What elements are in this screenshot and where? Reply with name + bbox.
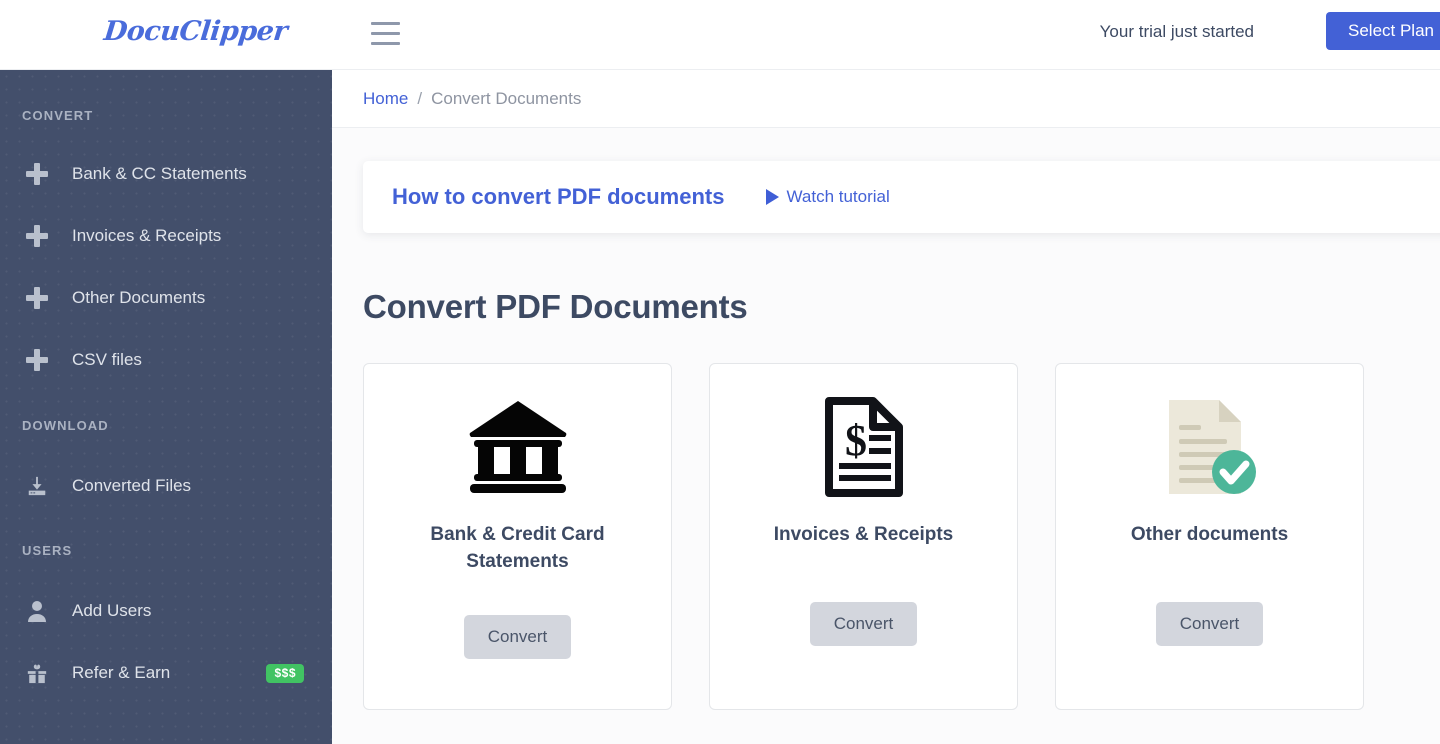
hamburger-bar xyxy=(371,42,400,45)
tutorial-title: How to convert PDF documents xyxy=(392,184,725,209)
svg-text:$: $ xyxy=(845,416,867,465)
sidebar-item-label: Converted Files xyxy=(72,476,192,495)
plus-icon xyxy=(22,349,52,371)
bank-icon xyxy=(468,372,568,522)
card-title: Bank & Credit Card Statements xyxy=(430,524,605,572)
hamburger-bar xyxy=(371,22,400,25)
plus-icon xyxy=(22,163,52,185)
sidebar-item-label: Invoices & Receipts xyxy=(72,226,222,245)
sidebar-section-users: USERS xyxy=(22,543,73,558)
card-invoices-receipts[interactable]: $ Invoices & Receipts Convert xyxy=(709,363,1018,710)
sidebar-item-refer-earn[interactable]: Refer & Earn $$$ xyxy=(0,642,332,704)
sidebar-item-label: Add Users xyxy=(72,601,152,620)
watch-tutorial-label: Watch tutorial xyxy=(786,187,890,206)
sidebar-item-label: Other Documents xyxy=(72,288,206,307)
document-type-card-grid: Bank & Credit Card Statements Convert $ xyxy=(363,363,1364,710)
invoice-document-icon: $ xyxy=(824,372,903,522)
hamburger-bar xyxy=(371,32,400,35)
breadcrumb-separator: / xyxy=(417,88,423,108)
play-icon xyxy=(766,189,780,205)
select-plan-button[interactable]: Select Plan xyxy=(1326,12,1440,50)
sidebar-section-download: DOWNLOAD xyxy=(22,418,109,433)
convert-button-bank-statements[interactable]: Convert xyxy=(463,615,572,659)
document-check-icon xyxy=(1163,372,1257,522)
sidebar-section-convert: CONVERT xyxy=(22,108,94,123)
sidebar-item-csv-files[interactable]: CSV files xyxy=(0,329,332,391)
top-header-bar: DocuClipper Your trial just started Sele… xyxy=(0,0,1440,70)
convert-button-other-documents[interactable]: Convert xyxy=(1155,602,1264,646)
card-other-documents[interactable]: Other documents Convert xyxy=(1055,363,1364,710)
convert-button-invoices-receipts[interactable]: Convert xyxy=(809,602,918,646)
card-bank-credit-card-statements[interactable]: Bank & Credit Card Statements Convert xyxy=(363,363,672,710)
refer-earn-badge: $$$ xyxy=(266,663,304,683)
sidebar-item-invoices-receipts[interactable]: Invoices & Receipts xyxy=(0,205,332,267)
sidebar-navigation: CONVERT Bank & CC Statements Invoices & … xyxy=(0,70,332,744)
main-content-area: Home / Convert Documents How to convert … xyxy=(332,70,1440,744)
sidebar-item-bank-cc-statements[interactable]: Bank & CC Statements xyxy=(0,143,332,205)
page-title: Convert PDF Documents xyxy=(363,288,748,325)
watch-tutorial-link[interactable]: Watch tutorial xyxy=(766,187,890,207)
plus-icon xyxy=(22,225,52,247)
plus-icon xyxy=(22,287,52,309)
hamburger-icon[interactable] xyxy=(371,22,400,45)
user-icon xyxy=(22,600,52,622)
sidebar-item-label: Bank & CC Statements xyxy=(72,164,247,183)
breadcrumb: Home / Convert Documents xyxy=(332,70,1440,128)
sidebar-item-label: Refer & Earn xyxy=(72,663,171,682)
trial-status-text: Your trial just started xyxy=(1099,22,1254,41)
breadcrumb-home-link[interactable]: Home xyxy=(363,89,408,109)
card-title: Invoices & Receipts xyxy=(773,524,954,545)
app-logo[interactable]: DocuClipper xyxy=(102,16,288,47)
breadcrumb-current-page: Convert Documents xyxy=(431,88,582,108)
sidebar-item-label: CSV files xyxy=(72,350,142,369)
card-title: Other documents xyxy=(1130,524,1289,545)
sidebar-item-other-documents[interactable]: Other Documents xyxy=(0,267,332,329)
app-root: DocuClipper Your trial just started Sele… xyxy=(0,0,1440,744)
sidebar-item-converted-files[interactable]: Converted Files xyxy=(0,455,332,517)
gift-icon xyxy=(22,662,52,684)
download-icon xyxy=(22,475,52,497)
sidebar-item-add-users[interactable]: Add Users xyxy=(0,580,332,642)
tutorial-banner: How to convert PDF documents Watch tutor… xyxy=(363,161,1440,233)
